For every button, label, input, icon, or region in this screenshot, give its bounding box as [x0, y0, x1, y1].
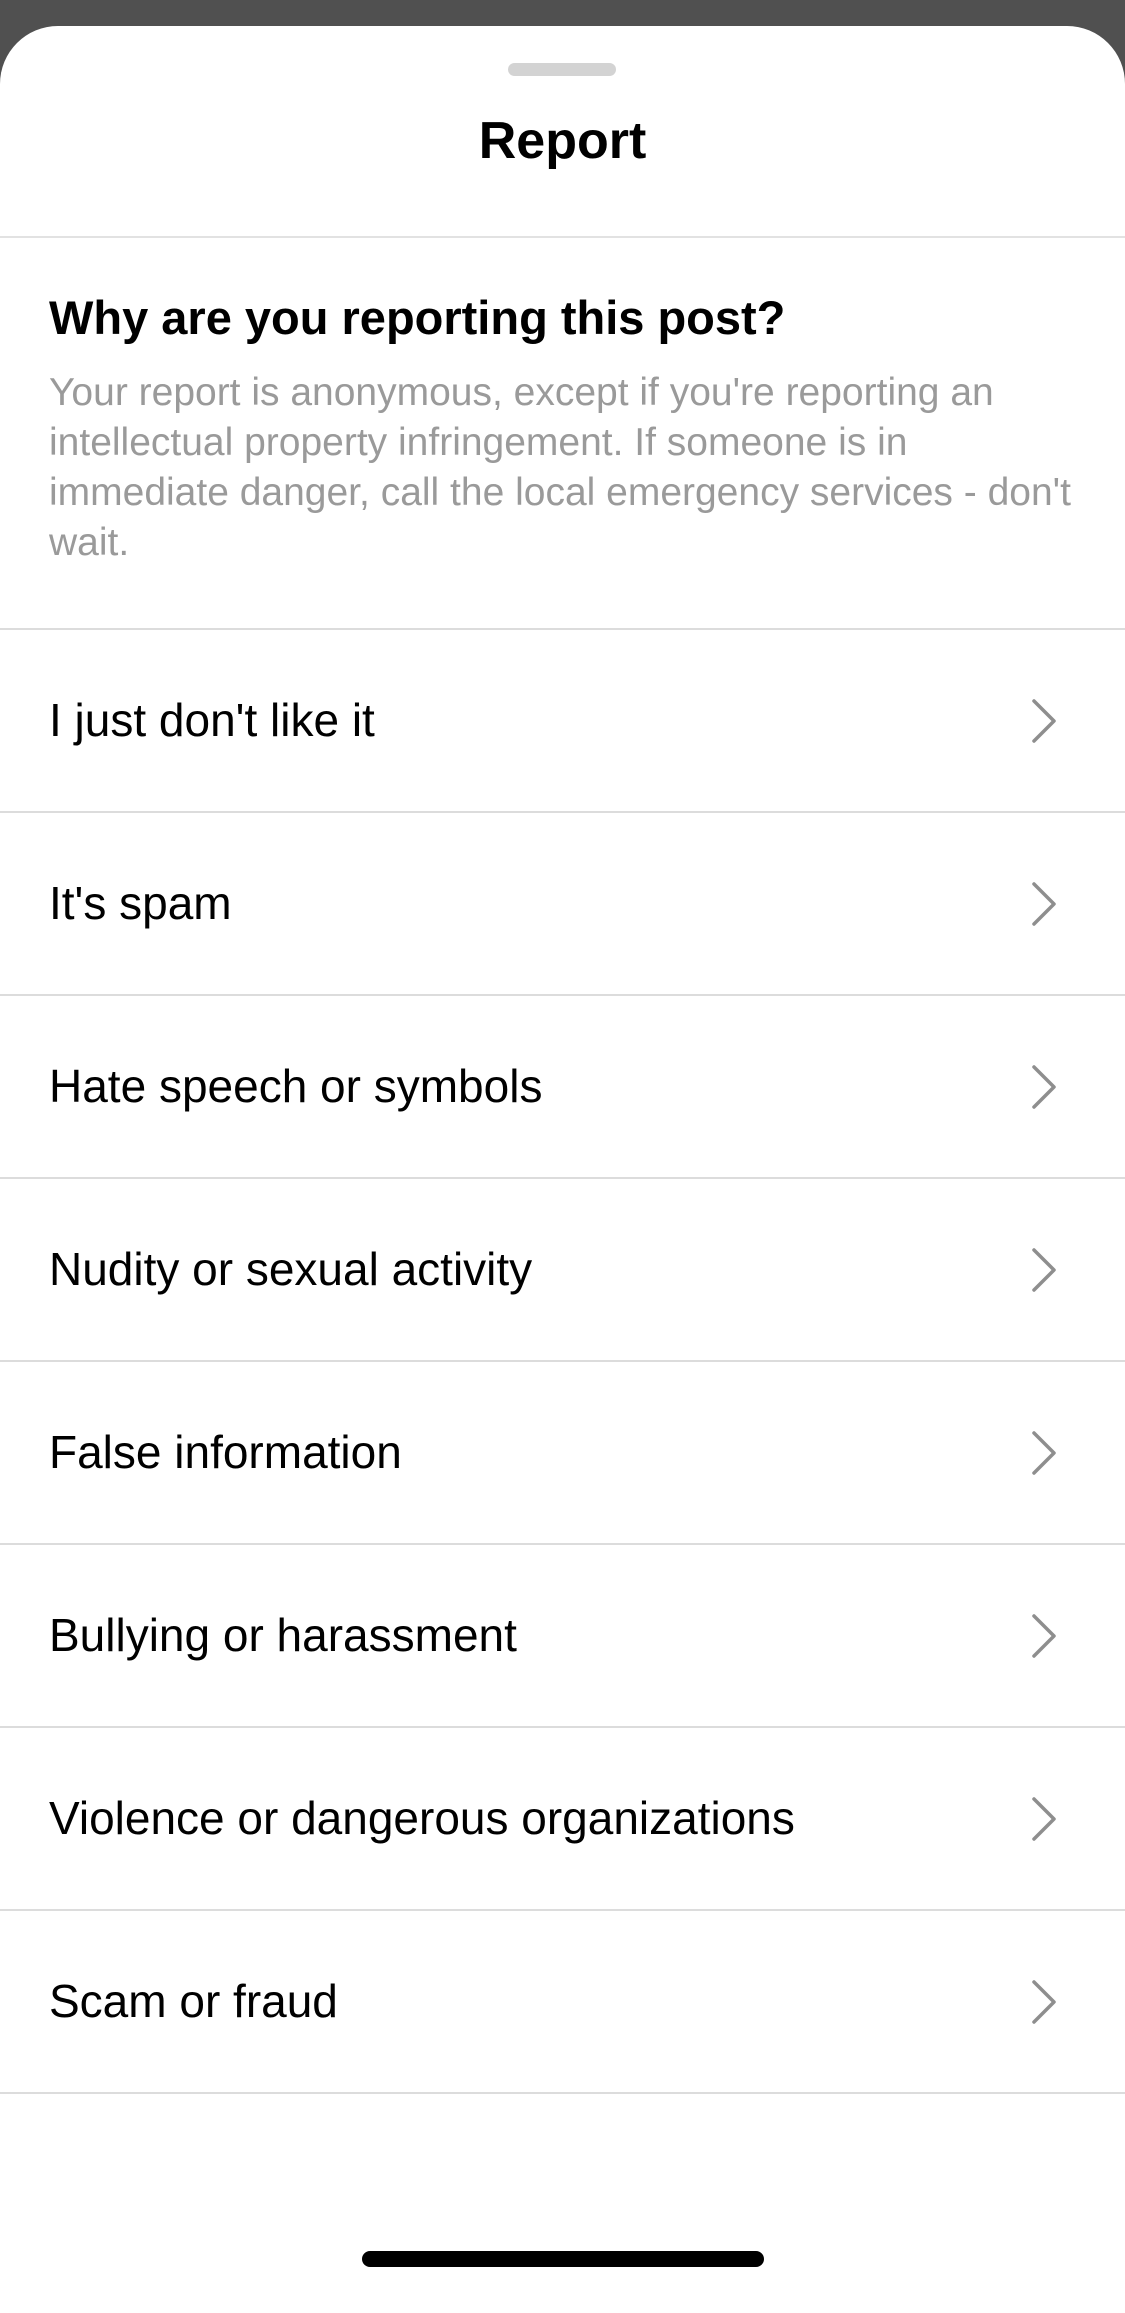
chevron-right-icon: [1032, 1248, 1056, 1292]
reason-label: False information: [49, 1426, 402, 1478]
report-anonymity-notice: Your report is anonymous, except if you'…: [49, 371, 1071, 564]
reason-label: Nudity or sexual activity: [49, 1243, 533, 1295]
reason-label: Scam or fraud: [49, 1975, 338, 2027]
reason-row-nudity[interactable]: Nudity or sexual activity: [0, 1179, 1125, 1362]
chevron-right-icon: [1032, 1431, 1056, 1475]
sheet-grabber-handle[interactable]: [508, 63, 616, 76]
reason-label: Hate speech or symbols: [49, 1060, 543, 1112]
reason-label: It's spam: [49, 877, 232, 929]
chevron-right-icon: [1032, 1797, 1056, 1841]
reason-label: Violence or dangerous organizations: [49, 1792, 795, 1844]
reason-label: I just don't like it: [49, 694, 375, 746]
chevron-right-icon: [1032, 1065, 1056, 1109]
reason-row-dont-like[interactable]: I just don't like it: [0, 630, 1125, 813]
report-question-heading: Why are you reporting this post?: [49, 291, 786, 344]
reason-row-spam[interactable]: It's spam: [0, 813, 1125, 996]
header-divider: [0, 236, 1125, 238]
reason-row-violence[interactable]: Violence or dangerous organizations: [0, 1728, 1125, 1911]
report-sheet: Report Why are you reporting this post? …: [0, 26, 1125, 2313]
chevron-right-icon: [1032, 699, 1056, 743]
reason-label: Bullying or harassment: [49, 1609, 517, 1661]
reason-row-bullying[interactable]: Bullying or harassment: [0, 1545, 1125, 1728]
home-indicator[interactable]: [362, 2251, 764, 2267]
chevron-right-icon: [1032, 882, 1056, 926]
chevron-right-icon: [1032, 1980, 1056, 2024]
reason-row-scam[interactable]: Scam or fraud: [0, 1911, 1125, 2094]
chevron-right-icon: [1032, 1614, 1056, 1658]
reason-row-false-information[interactable]: False information: [0, 1362, 1125, 1545]
reason-row-hate-speech[interactable]: Hate speech or symbols: [0, 996, 1125, 1179]
report-reason-list: I just don't like it It's spam Hate spee…: [0, 628, 1125, 2094]
sheet-title: Report: [478, 112, 647, 170]
